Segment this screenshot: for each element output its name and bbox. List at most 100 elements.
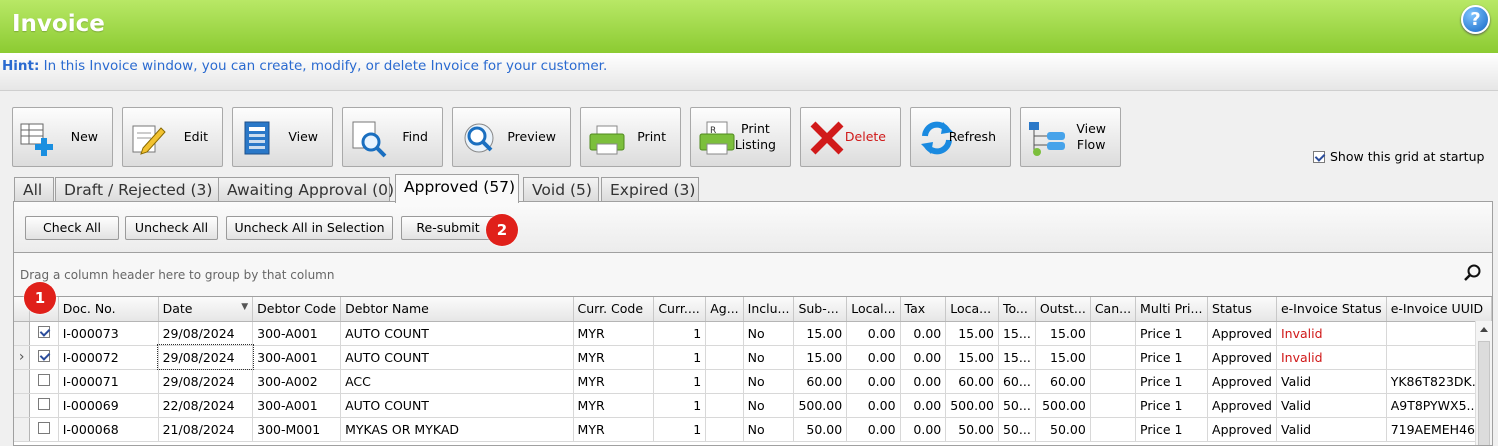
col-cancelled[interactable]: Can... [1090, 297, 1137, 322]
cell-outstanding[interactable]: 50.00 [1035, 417, 1091, 442]
cell-debtor-code[interactable]: 300-M001 [252, 417, 342, 442]
cell-subtotal[interactable]: 15.00 [793, 321, 848, 346]
cell-curr-rate[interactable]: 1 [653, 393, 707, 418]
row-indicator[interactable] [14, 393, 31, 418]
col-status[interactable]: Status [1207, 297, 1277, 322]
table-row[interactable]: › I-000072 29/08/2024 300-A001 AUTO COUNT MYR… [14, 344, 1492, 370]
row-indicator[interactable] [14, 417, 31, 442]
cell-local-sub[interactable]: 0.00 [846, 417, 901, 442]
cell-inclusive[interactable]: No [743, 417, 795, 442]
show-grid-startup-checkbox[interactable] [1313, 150, 1325, 163]
cell-einvoice-status[interactable]: Invalid [1276, 345, 1387, 370]
row-indicator[interactable] [14, 369, 31, 394]
table-row[interactable]: I-000071 29/08/2024 300-A002 ACC MYR 1 No 60.00… [14, 369, 1492, 394]
cell-cancelled[interactable] [1090, 345, 1137, 370]
cell-curr-code[interactable]: MYR [573, 417, 655, 442]
col-tax[interactable]: Tax [900, 297, 947, 322]
row-select-cell[interactable] [29, 417, 59, 442]
row-select-cell[interactable] [29, 321, 59, 346]
cell-multi-price[interactable]: Price 1 [1135, 321, 1209, 346]
cell-date[interactable]: 29/08/2024 [158, 321, 254, 346]
cell-outstanding[interactable]: 500.00 [1035, 393, 1091, 418]
col-curr-code[interactable]: Curr. Code [573, 297, 655, 322]
cell-cancelled[interactable] [1090, 369, 1137, 394]
uncheck-all-selection-button[interactable]: Uncheck All in Selection [226, 216, 393, 240]
preview-button[interactable]: Preview [452, 107, 571, 167]
cell-local-total[interactable]: 15.00 [945, 345, 999, 370]
cell-debtor-code[interactable]: 300-A002 [252, 369, 342, 394]
cell-local-total[interactable]: 15.00 [945, 321, 999, 346]
col-doc-no[interactable]: Doc. No. [58, 297, 159, 322]
cell-local-total[interactable]: 500.00 [945, 393, 999, 418]
cell-local-total[interactable]: 50.00 [945, 417, 999, 442]
col-outstanding[interactable]: Outst... [1035, 297, 1091, 322]
cell-total[interactable]: 15... [998, 321, 1036, 346]
delete-button[interactable]: Delete [800, 107, 901, 167]
print-button[interactable]: Print [580, 107, 681, 167]
cell-local-sub[interactable]: 0.00 [846, 345, 901, 370]
cell-subtotal[interactable]: 60.00 [793, 369, 848, 394]
cell-curr-code[interactable]: MYR [573, 345, 655, 370]
col-multi-price[interactable]: Multi Pri... [1135, 297, 1209, 322]
cell-einvoice-status[interactable]: Valid [1276, 417, 1387, 442]
row-select-cell[interactable] [29, 393, 59, 418]
cell-debtor-code[interactable]: 300-A001 [252, 321, 342, 346]
tab-all[interactable]: All [14, 177, 54, 202]
cell-doc-no[interactable]: I-000068 [58, 417, 159, 442]
cell-agent[interactable] [705, 345, 744, 370]
table-row[interactable]: I-000068 21/08/2024 300-M001 MYKAS OR MYKAD… [14, 417, 1492, 442]
cell-status[interactable]: Approved [1207, 417, 1277, 442]
cell-debtor-name[interactable]: ACC [340, 369, 574, 394]
cell-agent[interactable] [705, 369, 744, 394]
cell-subtotal[interactable]: 50.00 [793, 417, 848, 442]
cell-status[interactable]: Approved [1207, 345, 1277, 370]
cell-outstanding[interactable]: 60.00 [1035, 369, 1091, 394]
table-row[interactable]: I-000069 22/08/2024 300-A001 AUTO COUNT MYR 1… [14, 393, 1492, 418]
cell-local-sub[interactable]: 0.00 [846, 321, 901, 346]
check-all-button[interactable]: Check All [25, 216, 119, 240]
cell-inclusive[interactable]: No [743, 345, 795, 370]
col-einvoice-uuid[interactable]: e-Invoice UUID [1386, 297, 1492, 322]
new-button[interactable]: New [12, 107, 113, 167]
cell-curr-rate[interactable]: 1 [653, 321, 707, 346]
cell-agent[interactable] [705, 393, 744, 418]
view-flow-button[interactable]: View Flow [1020, 107, 1121, 167]
cell-date[interactable]: 21/08/2024 [158, 417, 254, 442]
find-button[interactable]: Find [342, 107, 443, 167]
uncheck-all-button[interactable]: Uncheck All [125, 216, 218, 240]
cell-agent[interactable] [705, 321, 744, 346]
cell-total[interactable]: 50... [998, 393, 1036, 418]
cell-debtor-name[interactable]: AUTO COUNT [340, 321, 574, 346]
cell-multi-price[interactable]: Price 1 [1135, 417, 1209, 442]
cell-tax[interactable]: 0.00 [900, 321, 947, 346]
col-subtotal[interactable]: Sub-... [793, 297, 848, 322]
cell-curr-code[interactable]: MYR [573, 369, 655, 394]
cell-multi-price[interactable]: Price 1 [1135, 369, 1209, 394]
cell-debtor-name[interactable]: AUTO COUNT [340, 393, 574, 418]
cell-outstanding[interactable]: 15.00 [1035, 321, 1091, 346]
cell-subtotal[interactable]: 500.00 [793, 393, 848, 418]
row-checkbox[interactable] [37, 325, 50, 338]
vertical-scrollbar[interactable] [1475, 321, 1492, 445]
tab-awaiting-approval[interactable]: Awaiting Approval (0) [218, 177, 394, 202]
cell-local-sub[interactable]: 0.00 [846, 369, 901, 394]
print-listing-button[interactable]: R Print Listing [690, 107, 791, 167]
cell-curr-code[interactable]: MYR [573, 321, 655, 346]
cell-cancelled[interactable] [1090, 321, 1137, 346]
col-einvoice-status[interactable]: e-Invoice Status [1276, 297, 1387, 322]
cell-date[interactable]: 29/08/2024 [158, 369, 254, 394]
cell-total[interactable]: 60... [998, 369, 1036, 394]
cell-status[interactable]: Approved [1207, 393, 1277, 418]
col-curr-rate[interactable]: Curr.... [653, 297, 707, 322]
cell-outstanding[interactable]: 15.00 [1035, 345, 1091, 370]
cell-multi-price[interactable]: Price 1 [1135, 345, 1209, 370]
tab-draft-rejected[interactable]: Draft / Rejected (3) [55, 177, 227, 202]
col-local-sub[interactable]: Local... [846, 297, 901, 322]
cell-agent[interactable] [705, 417, 744, 442]
col-total[interactable]: To... [998, 297, 1036, 322]
cell-debtor-name[interactable]: MYKAS OR MYKAD [340, 417, 574, 442]
cell-cancelled[interactable] [1090, 393, 1137, 418]
col-local-total[interactable]: Loca... [945, 297, 999, 322]
row-checkbox[interactable] [37, 421, 50, 434]
cell-inclusive[interactable]: No [743, 393, 795, 418]
